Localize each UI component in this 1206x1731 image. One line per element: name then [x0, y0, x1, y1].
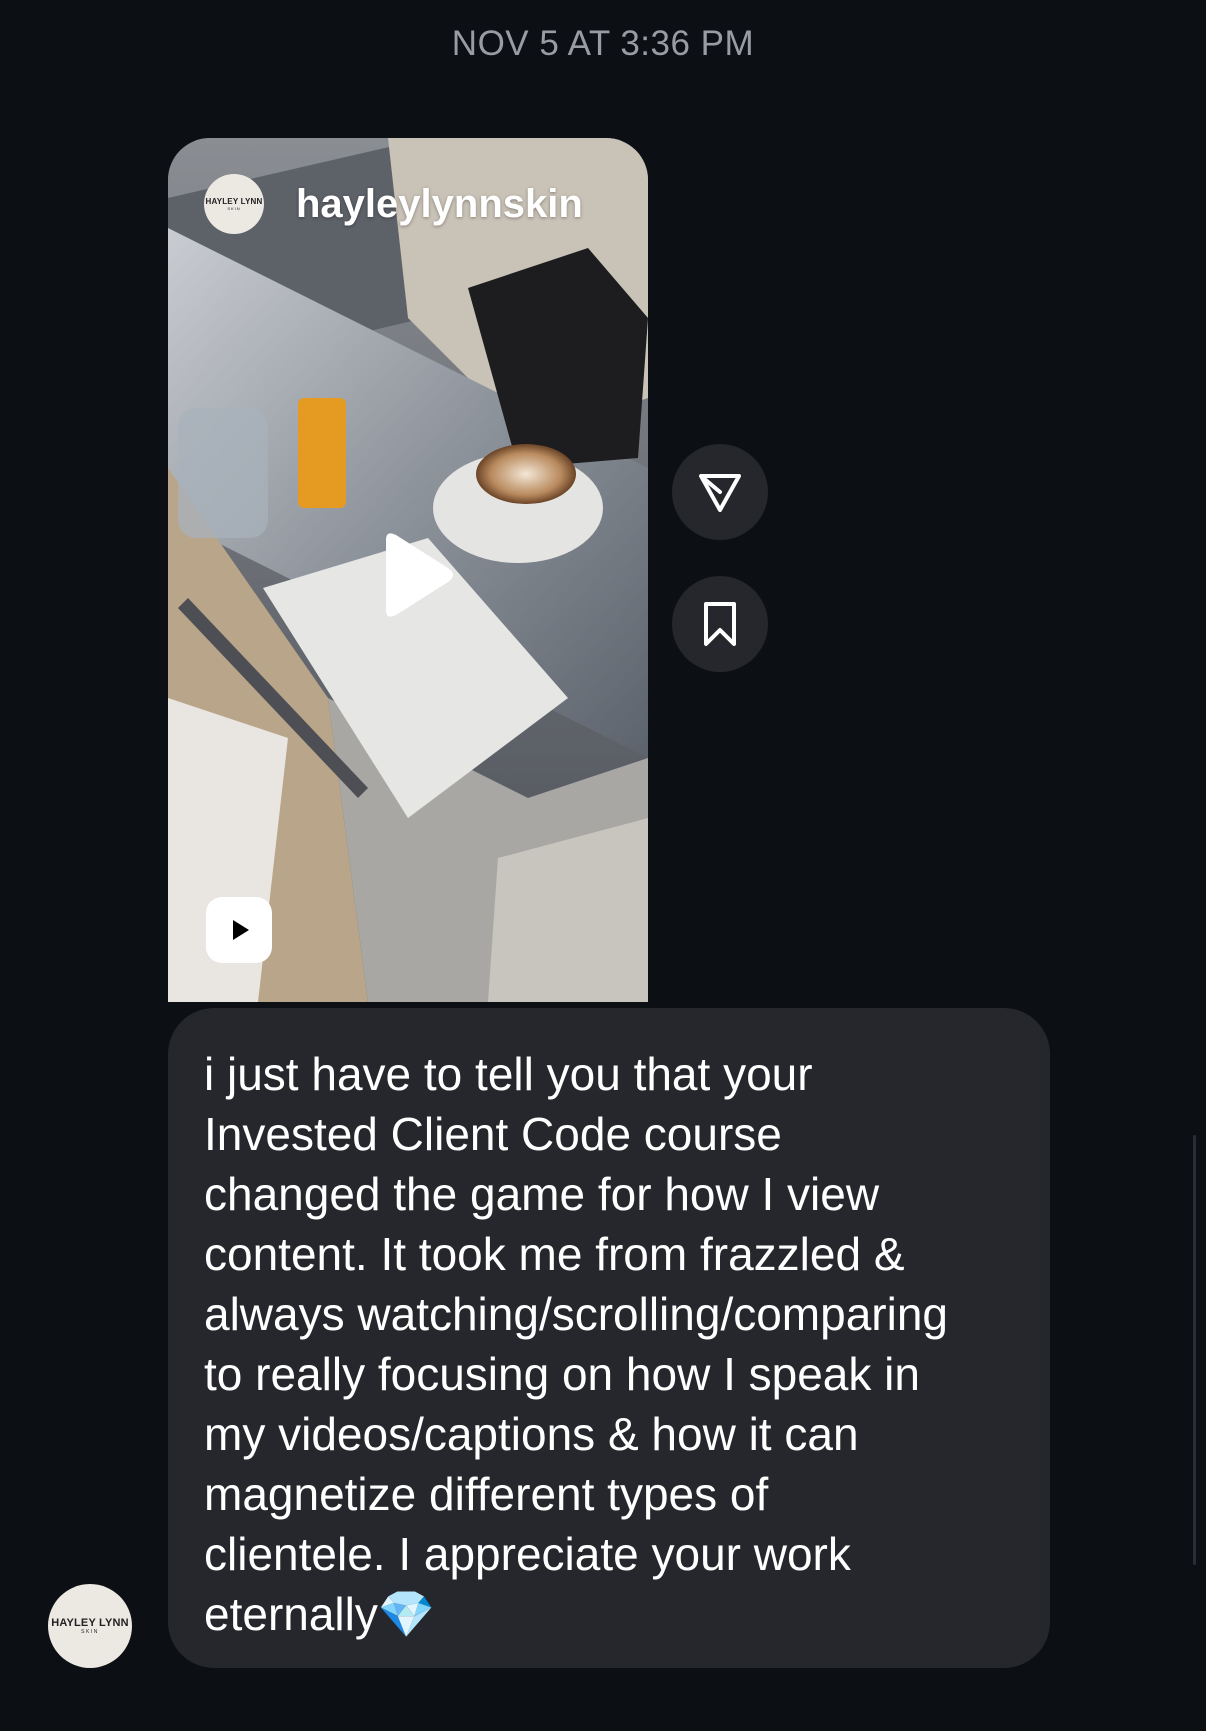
reel-author-avatar[interactable]: HAYLEY LYNN SKIN	[204, 174, 264, 234]
reels-icon	[206, 897, 272, 963]
sender-avatar[interactable]: HAYLEY LYNN SKIN	[48, 1584, 132, 1668]
message-timestamp: NOV 5 AT 3:36 PM	[451, 24, 755, 63]
avatar-logo-subtext: SKIN	[227, 206, 241, 211]
message-text: i just have to tell you that your Invest…	[204, 1048, 948, 1640]
sender-avatar-logo-subtext: SKIN	[81, 1629, 99, 1635]
message-bubble[interactable]: i just have to tell you that your Invest…	[168, 1008, 1050, 1668]
scrollbar[interactable]	[1193, 1135, 1196, 1565]
share-button[interactable]	[672, 444, 768, 540]
play-icon[interactable]	[368, 530, 458, 620]
shared-reel-card[interactable]: HAYLEY LYNN SKIN hayleylynnskin	[168, 138, 648, 1002]
gem-emoji: 💎	[377, 1587, 436, 1641]
sender-avatar-logo-text: HAYLEY LYNN	[51, 1617, 129, 1629]
send-icon	[699, 474, 741, 512]
save-button[interactable]	[672, 576, 768, 672]
avatar-logo-text: HAYLEY LYNN	[205, 197, 263, 206]
bookmark-icon	[704, 602, 736, 646]
reel-author-username[interactable]: hayleylynnskin	[296, 182, 583, 227]
reel-header[interactable]: HAYLEY LYNN SKIN hayleylynnskin	[204, 174, 583, 234]
